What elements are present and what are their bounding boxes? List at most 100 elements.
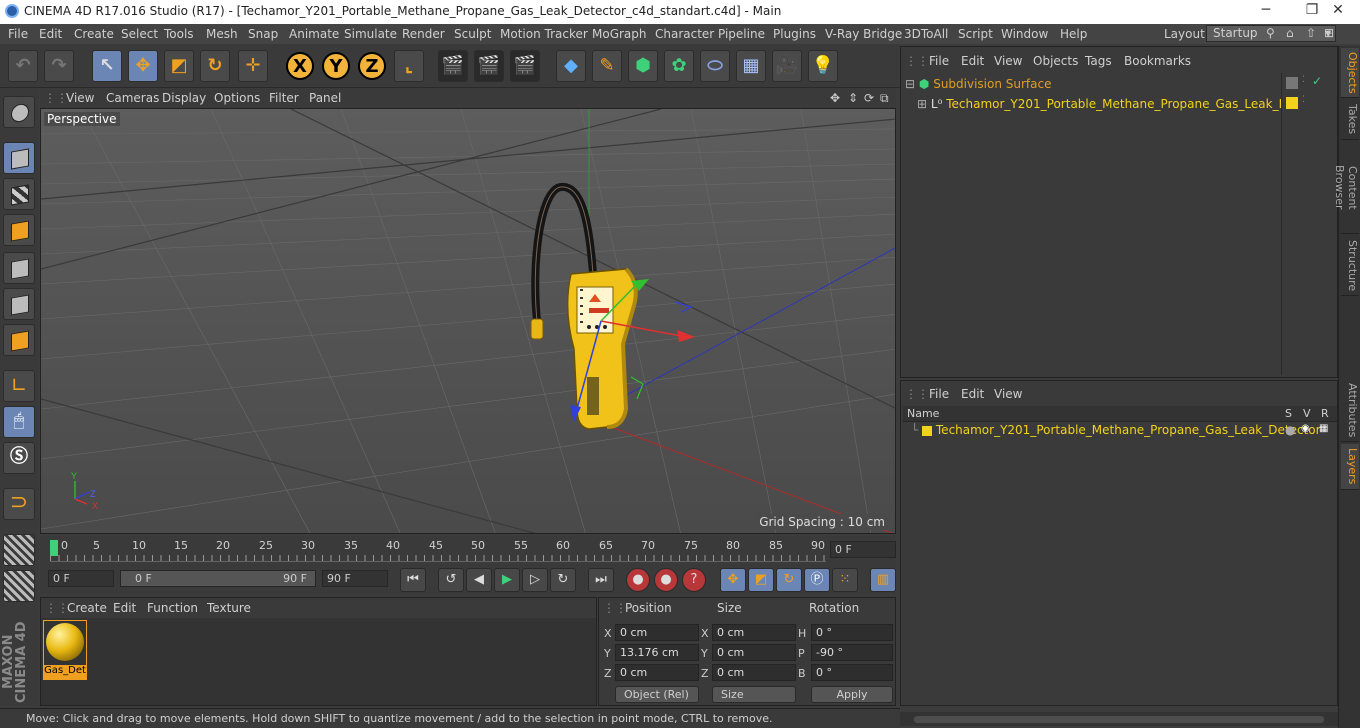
apply-button[interactable]: Apply	[811, 686, 893, 703]
layer-color-chip[interactable]	[1286, 97, 1298, 109]
rot-b-field[interactable]: 0 °	[811, 664, 893, 681]
menu-plugins[interactable]: Plugins	[773, 27, 816, 41]
objects-menu-bookmarks[interactable]: Bookmarks	[1124, 54, 1191, 68]
record-scale-button[interactable]: ◩	[748, 568, 774, 592]
current-frame-field[interactable]: 0 F	[830, 541, 896, 558]
menu-edit[interactable]: Edit	[39, 27, 62, 41]
last-tool-button[interactable]: ✛	[238, 50, 268, 82]
x-axis-lock-button[interactable]: X	[286, 52, 314, 80]
subdivision-surface-button[interactable]: ⬢	[628, 50, 658, 82]
size-x-field[interactable]: 0 cm	[712, 624, 796, 641]
scale-tool-button[interactable]: ◩	[164, 50, 194, 82]
menu-mograph[interactable]: MoGraph	[592, 27, 647, 41]
deformer-button[interactable]: ⬭	[700, 50, 730, 82]
previous-frame-button[interactable]: ◀	[466, 568, 492, 592]
rot-p-field[interactable]: -90 °	[811, 644, 893, 661]
visibility-dots-icon[interactable]: ⁚	[1302, 95, 1305, 105]
rotate-view-icon[interactable]: ⟳	[864, 91, 874, 105]
visibility-dots-icon[interactable]: ⁚	[1302, 75, 1305, 85]
material-menu-create[interactable]: Create	[67, 601, 107, 615]
render-clapper-icon[interactable]: ▦	[1319, 423, 1328, 434]
tree-item-subdivision-surface[interactable]: ⊟ ⬢ Subdivision Surface	[905, 77, 1052, 95]
menu-select[interactable]: Select	[121, 27, 158, 41]
solo-button[interactable]: Ⓢ	[3, 442, 35, 474]
size-z-field[interactable]: 0 cm	[712, 664, 796, 681]
viewport-menu-filter[interactable]: Filter	[269, 91, 299, 105]
pan-view-icon[interactable]: ✥	[830, 91, 840, 105]
material-menu-function[interactable]: Function	[147, 601, 198, 615]
undo-button[interactable]: ↶	[8, 50, 38, 82]
layer-row[interactable]: └ Techamor_Y201_Portable_Methane_Propane…	[911, 423, 1321, 441]
pos-y-field[interactable]: 13.176 cm	[615, 644, 699, 661]
previous-key-button[interactable]: ↺	[438, 568, 464, 592]
rot-h-field[interactable]: 0 °	[811, 624, 893, 641]
preview-range-slider[interactable]: 0 F 90 F	[120, 570, 316, 587]
next-frame-button[interactable]: ▷	[522, 568, 548, 592]
record-active-objects-button[interactable]: ●	[626, 568, 650, 592]
new-view-icon[interactable]: ⊞	[1324, 26, 1334, 40]
objects-menu-file[interactable]: File	[929, 54, 949, 68]
close-button[interactable]: ✕	[1315, 2, 1360, 22]
menu-file[interactable]: File	[8, 27, 28, 41]
menu-snap[interactable]: Snap	[248, 27, 278, 41]
model-mode-button[interactable]	[3, 142, 35, 174]
objects-menu-tags[interactable]: Tags	[1085, 54, 1112, 68]
viewport-menu-view[interactable]: View	[66, 91, 94, 105]
pos-z-field[interactable]: 0 cm	[615, 664, 699, 681]
snap-grid-button[interactable]	[3, 534, 35, 566]
go-to-end-button[interactable]: ⏭	[588, 568, 614, 592]
size-mode-dropdown[interactable]: Size	[712, 686, 796, 703]
layer-solo-icon[interactable]: ●	[1285, 423, 1295, 437]
rotate-tool-button[interactable]: ↻	[200, 50, 230, 82]
home-icon[interactable]: ⌂	[1286, 26, 1294, 40]
cloner-button[interactable]: ✿	[664, 50, 694, 82]
make-editable-button[interactable]	[3, 96, 35, 128]
viewport-menu-options[interactable]: Options	[214, 91, 260, 105]
coordinate-system-button[interactable]: ⌞	[394, 50, 424, 82]
menu-3dtoall[interactable]: 3DToAll	[904, 27, 948, 41]
tab-structure[interactable]: Structure	[1341, 236, 1359, 296]
menu-mesh[interactable]: Mesh	[206, 27, 238, 41]
menu-script[interactable]: Script	[958, 27, 993, 41]
menu-sculpt[interactable]: Sculpt	[454, 27, 491, 41]
search-icon[interactable]: ⚲	[1266, 26, 1275, 40]
tab-attributes[interactable]: Attributes	[1341, 380, 1359, 442]
go-to-start-button[interactable]: ⏮	[400, 568, 426, 592]
z-axis-lock-button[interactable]: Z	[358, 52, 386, 80]
polygon-mode-button[interactable]	[3, 324, 35, 356]
workplane-lock-button[interactable]	[3, 570, 35, 602]
objects-menu-edit[interactable]: Edit	[961, 54, 984, 68]
scrollbar-thumb[interactable]	[914, 716, 1324, 723]
workplane-mode-button[interactable]	[3, 214, 35, 246]
next-key-button[interactable]: ↻	[550, 568, 576, 592]
move-tool-button[interactable]: ✥	[128, 50, 158, 82]
viewport-perspective[interactable]: Y Z X Perspective Grid Spacing : 10 cm	[40, 108, 896, 534]
redo-button[interactable]: ↷	[44, 50, 74, 82]
record-position-button[interactable]: ✥	[720, 568, 746, 592]
layer-horizontal-scrollbar[interactable]	[900, 712, 1338, 726]
tab-content-browser[interactable]: Content Browser	[1333, 142, 1359, 234]
coordinate-mode-dropdown[interactable]: Object (Rel)	[615, 686, 699, 703]
point-mode-button[interactable]	[3, 252, 35, 284]
y-axis-lock-button[interactable]: Y	[322, 52, 350, 80]
render-picture-viewer-button[interactable]: 🎬	[474, 50, 504, 82]
layers-menu-file[interactable]: File	[929, 387, 949, 401]
autokeying-button[interactable]: ●	[654, 568, 678, 592]
pos-x-field[interactable]: 0 cm	[615, 624, 699, 641]
layers-menu-view[interactable]: View	[994, 387, 1022, 401]
keyframe-selection-button[interactable]: ?	[682, 568, 706, 592]
light-button[interactable]: 💡	[808, 50, 838, 82]
timeline-ruler[interactable]: 0 5 10 15 20 25 30 35 40 45 50 55 60 65 …	[40, 536, 896, 566]
objects-menu-objects[interactable]: Objects	[1033, 54, 1078, 68]
menu-character[interactable]: Character	[655, 27, 714, 41]
viewport-menu-display[interactable]: Display	[162, 91, 206, 105]
tab-takes[interactable]: Takes	[1341, 100, 1359, 140]
eye-icon[interactable]: ◉	[1301, 423, 1310, 434]
start-frame-field[interactable]: 0 F	[48, 570, 114, 587]
texture-mode-button[interactable]	[3, 178, 35, 210]
menu-render[interactable]: Render	[402, 27, 445, 41]
timeline-window-button[interactable]: ▥	[870, 568, 896, 592]
record-point-level-button[interactable]: ⁙	[832, 568, 858, 592]
edge-mode-button[interactable]	[3, 288, 35, 320]
menu-tools[interactable]: Tools	[164, 27, 194, 41]
